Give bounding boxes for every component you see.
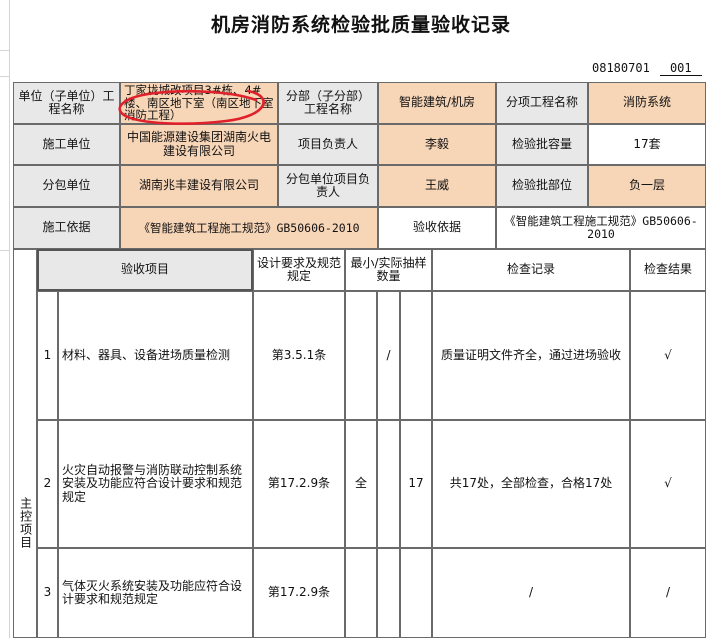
basis-label: 施工依据 (13, 207, 120, 249)
row-sample-spacer (400, 291, 432, 420)
row-result[interactable]: √ (630, 291, 706, 420)
header-design: 设计要求及规范规定 (253, 249, 345, 291)
branch-label: 分部（子分部）工程名称 (278, 82, 378, 124)
row-min-sample[interactable]: 全 (345, 420, 377, 548)
sub-pm-value[interactable]: 王威 (378, 165, 496, 207)
grid-line (0, 50, 10, 51)
row-sample-divider (377, 420, 400, 548)
row-actual-sample[interactable]: 17 (400, 420, 432, 548)
header-item: 验收项目 (37, 249, 253, 291)
row-number: 2 (37, 420, 58, 548)
subitem-value[interactable]: 消防系统 (588, 82, 706, 124)
unit-value[interactable]: 丁家垅城改项目3#栋、4#楼、南区地下室（南区地下室消防工程） (120, 82, 278, 124)
document-number: 08180701 001 (592, 61, 702, 76)
basis-value[interactable]: 《智能建筑工程施工规范》GB50606-2010 (120, 207, 378, 249)
row-record[interactable]: / (432, 548, 630, 638)
subitem-label: 分项工程名称 (496, 82, 588, 124)
row-result[interactable]: √ (630, 420, 706, 548)
header-record: 检查记录 (432, 249, 630, 291)
grid-line (9, 0, 10, 638)
row-record[interactable]: 质量证明文件齐全，通过进场验收 (432, 291, 630, 420)
row-clause: 第17.2.9条 (253, 420, 345, 548)
grid-line (0, 250, 10, 251)
accept-basis-value[interactable]: 《智能建筑工程施工规范》GB50606-2010 (496, 207, 706, 249)
row-sample-divider (377, 548, 400, 638)
row-clause: 第3.5.1条 (253, 291, 345, 420)
row-min-sample[interactable] (345, 548, 377, 638)
row-record[interactable]: 共17处，全部检查，合格17处 (432, 420, 630, 548)
page-title: 机房消防系统检验批质量验收记录 (210, 14, 511, 36)
row-number: 3 (37, 548, 58, 638)
contractor-label: 施工单位 (13, 124, 120, 165)
document-sequence[interactable]: 001 (659, 61, 702, 76)
subcontractor-value[interactable]: 湖南兆丰建设有限公司 (120, 165, 278, 207)
subcontractor-label: 分包单位 (13, 165, 120, 207)
pm-label: 项目负责人 (278, 124, 378, 165)
spreadsheet-sheet: 机房消防系统检验批质量验收记录 08180701 001 单位（子单位）工程名称 … (0, 0, 722, 638)
pm-value[interactable]: 李毅 (378, 124, 496, 165)
sub-pm-label: 分包单位项目负责人 (278, 165, 378, 207)
header-sample: 最小/实际抽样数量 (345, 249, 432, 291)
part-value[interactable]: 负一层 (588, 165, 706, 207)
row-clause: 第17.2.9条 (253, 548, 345, 638)
branch-value[interactable]: 智能建筑/机房 (378, 82, 496, 124)
part-label: 检验批部位 (496, 165, 588, 207)
row-number: 1 (37, 291, 58, 420)
unit-label: 单位（子单位）工程名称 (13, 82, 120, 124)
row-result[interactable]: / (630, 548, 706, 638)
capacity-value[interactable]: 17套 (588, 124, 706, 165)
row-actual-sample[interactable] (400, 548, 432, 638)
header-result: 检查结果 (630, 249, 706, 291)
row-item: 材料、器具、设备进场质量检测 (58, 291, 253, 420)
group-label: 主控项目 (18, 497, 33, 549)
group-cell: 主控项目 (13, 249, 37, 638)
capacity-label: 检验批容量 (496, 124, 588, 165)
row-item: 气体灭火系统安装及功能应符合设计要求和规范规定 (58, 548, 253, 638)
row-actual-sample[interactable]: / (377, 291, 400, 420)
row-item: 火灾自动报警与消防联动控制系统安装及功能应符合设计要求和规范规定 (58, 420, 253, 548)
contractor-value[interactable]: 中国能源建设集团湖南火电建设有限公司 (120, 124, 278, 165)
accept-basis-label: 验收依据 (378, 207, 496, 249)
row-min-sample[interactable] (345, 291, 377, 420)
document-code: 08180701 (592, 61, 650, 75)
grid-line (0, 76, 10, 77)
